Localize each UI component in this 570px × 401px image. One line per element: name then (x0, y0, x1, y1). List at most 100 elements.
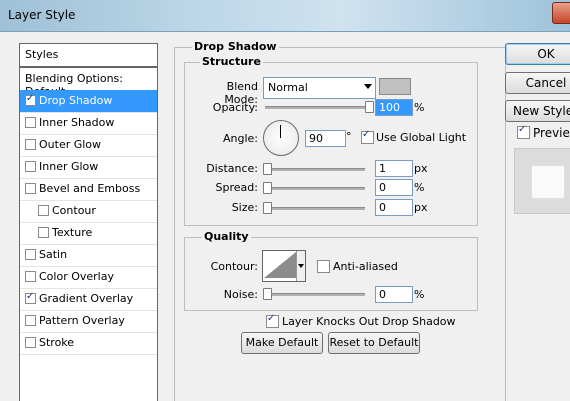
style-item-contour[interactable]: Contour (20, 200, 157, 223)
style-item-checkbox[interactable] (25, 249, 36, 260)
spread-slider-track[interactable] (265, 187, 365, 190)
window-title: Layer Style (8, 8, 76, 22)
style-item-pattern-overlay[interactable]: Pattern Overlay (20, 310, 157, 333)
knockout-label: Layer Knocks Out Drop Shadow (282, 315, 456, 328)
opacity-input[interactable]: 100 (375, 99, 413, 116)
style-item-checkbox[interactable] (25, 117, 36, 128)
style-item-label: Gradient Overlay (39, 292, 134, 305)
style-item-color-overlay[interactable]: Color Overlay (20, 266, 157, 289)
structure-title: Structure (200, 55, 263, 68)
close-button[interactable] (552, 2, 570, 24)
style-item-inner-glow[interactable]: Inner Glow (20, 156, 157, 179)
size-unit: px (414, 201, 428, 214)
style-item-outer-glow[interactable]: Outer Glow (20, 134, 157, 157)
style-item-checkbox[interactable] (38, 205, 49, 216)
angle-dial-hand (280, 125, 281, 138)
contour-picker[interactable] (262, 250, 306, 282)
blend-mode-select[interactable]: Normal (263, 77, 376, 99)
style-item-stroke[interactable]: Stroke (20, 332, 157, 355)
contour-curve-icon (264, 252, 296, 278)
style-item-label: Contour (52, 204, 96, 217)
style-item-checkbox[interactable] (25, 271, 36, 282)
noise-unit: % (414, 288, 425, 301)
drop-shadow-title: Drop Shadow (192, 40, 279, 53)
style-item-checkbox[interactable] (25, 315, 36, 326)
style-item-checkbox[interactable] (25, 291, 36, 304)
styles-header[interactable]: Styles (19, 43, 158, 67)
ok-button[interactable]: OK (505, 43, 570, 65)
style-item-label: Satin (39, 248, 68, 261)
preview-checkbox[interactable] (517, 124, 530, 139)
style-item-label: Stroke (39, 336, 75, 349)
shadow-color-swatch[interactable] (379, 78, 411, 95)
size-label: Size: (231, 201, 258, 214)
style-item-texture[interactable]: Texture (20, 222, 157, 245)
size-slider-thumb[interactable] (263, 202, 272, 214)
title-bar: Layer Style (0, 0, 570, 32)
style-item-checkbox[interactable] (38, 227, 49, 238)
anti-aliased-checkbox[interactable] (317, 260, 330, 273)
noise-label: Noise: (223, 288, 258, 301)
contour-label: Contour: (210, 260, 258, 273)
style-item-blending-options-default[interactable]: Blending Options: Default (20, 68, 157, 98)
cancel-button[interactable]: Cancel (505, 72, 570, 94)
style-item-label: Drop Shadow (39, 94, 113, 107)
size-slider-track[interactable] (265, 207, 365, 210)
style-item-label: Texture (52, 226, 93, 239)
spread-input[interactable]: 0 (375, 179, 413, 196)
style-item-checkbox[interactable] (25, 93, 36, 106)
style-item-satin[interactable]: Satin (20, 244, 157, 267)
style-item-gradient-overlay[interactable]: Gradient Overlay (20, 288, 157, 311)
noise-input[interactable]: 0 (375, 286, 413, 303)
spread-unit: % (414, 181, 425, 194)
spread-value: 0 (379, 181, 386, 194)
styles-list: Blending Options: DefaultDrop Shadow Inne… (19, 67, 158, 401)
noise-slider-thumb[interactable] (263, 288, 272, 300)
distance-value: 1 (379, 162, 386, 175)
contour-dropdown[interactable] (296, 251, 305, 281)
anti-aliased-label: Anti-aliased (333, 260, 398, 273)
style-item-checkbox[interactable] (25, 139, 36, 150)
size-value: 0 (379, 201, 386, 214)
opacity-slider-thumb[interactable] (365, 101, 374, 113)
angle-value: 90 (309, 132, 323, 145)
noise-value: 0 (379, 288, 386, 301)
opacity-label: Opacity: (212, 101, 258, 114)
noise-slider-track[interactable] (265, 293, 365, 296)
size-input[interactable]: 0 (375, 199, 413, 216)
distance-unit: px (414, 162, 428, 175)
style-item-checkbox[interactable] (25, 161, 36, 172)
style-item-label: Outer Glow (39, 138, 102, 151)
distance-label: Distance: (206, 162, 258, 175)
use-global-light-checkbox[interactable] (361, 129, 374, 144)
spread-slider-thumb[interactable] (263, 182, 272, 194)
new-style-button[interactable]: New Style... (505, 100, 570, 122)
preview-swatch (531, 165, 565, 199)
use-global-light-label: Use Global Light (376, 131, 467, 144)
knockout-checkbox[interactable] (266, 313, 279, 328)
preview-label: Preview (533, 126, 570, 140)
angle-input[interactable]: 90 (305, 130, 346, 147)
style-item-inner-shadow[interactable]: Inner Shadow (20, 112, 157, 135)
preview-thumbnail (514, 148, 570, 214)
distance-slider-track[interactable] (265, 168, 365, 171)
spread-label: Spread: (215, 181, 258, 194)
style-item-bevel-and-emboss[interactable]: Bevel and Emboss (20, 178, 157, 201)
angle-dial[interactable] (263, 120, 299, 156)
opacity-value: 100 (379, 101, 400, 114)
distance-slider-thumb[interactable] (263, 163, 272, 175)
distance-input[interactable]: 1 (375, 160, 413, 177)
style-item-label: Inner Glow (39, 160, 99, 173)
chevron-down-icon (364, 84, 372, 89)
style-item-label: Inner Shadow (39, 116, 115, 129)
style-item-checkbox[interactable] (25, 183, 36, 194)
opacity-slider-track[interactable] (265, 106, 369, 109)
style-item-checkbox[interactable] (25, 337, 36, 348)
style-item-label: Color Overlay (39, 270, 114, 283)
reset-to-default-button[interactable]: Reset to Default (328, 332, 420, 354)
style-item-label: Pattern Overlay (39, 314, 125, 327)
angle-label: Angle: (222, 132, 258, 145)
style-item-drop-shadow[interactable]: Drop Shadow (20, 90, 157, 113)
angle-unit: ° (346, 130, 352, 143)
make-default-button[interactable]: Make Default (241, 332, 323, 354)
